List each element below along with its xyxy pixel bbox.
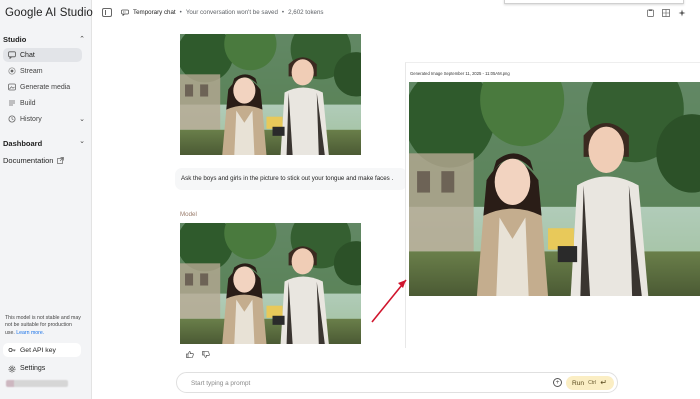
api-key-label: Get API key xyxy=(20,346,56,354)
build-icon xyxy=(7,99,16,108)
sidebar-item-label: History xyxy=(20,115,42,123)
separator-dot: • xyxy=(179,9,182,16)
user-uploaded-image[interactable] xyxy=(180,34,361,155)
annotation-arrow xyxy=(371,279,407,323)
user-prompt-message: Ask the boys and girls in the picture to… xyxy=(175,168,407,190)
documentation-label: Documentation xyxy=(3,156,54,165)
sidebar-item-label: Generate media xyxy=(20,83,71,91)
image-preview[interactable] xyxy=(409,82,700,296)
chevron-down-icon[interactable]: ⌄ xyxy=(79,115,85,123)
avatar[interactable] xyxy=(6,380,68,387)
app-title: Google AI Studio xyxy=(5,7,93,19)
chevron-up-icon[interactable]: ⌃ xyxy=(79,35,85,43)
dashboard-label: Dashboard xyxy=(3,139,43,148)
window-edge xyxy=(504,0,684,4)
gear-icon xyxy=(7,364,16,373)
settings-label: Settings xyxy=(20,365,46,372)
temporary-chat-icon xyxy=(121,9,129,16)
chevron-down-icon[interactable]: ⌄ xyxy=(79,137,85,145)
chat-title: Temporary chat xyxy=(133,9,176,16)
studio-section-header[interactable]: Studio xyxy=(3,35,26,44)
model-notice: This model is not stable and may not be … xyxy=(5,315,83,337)
clipboard-icon[interactable] xyxy=(646,8,654,17)
compare-icon[interactable] xyxy=(662,8,670,17)
sidebar-item-generate-media[interactable]: Generate media xyxy=(3,80,82,94)
get-api-key-button[interactable]: Get API key xyxy=(3,343,81,357)
prompt-composer: + Run Ctrl ↵ xyxy=(176,372,618,393)
ai-studio-window: Google AI Studio Studio ⌃ Chat Stream Ge… xyxy=(0,0,700,399)
chat-subtitle: Your conversation won't be saved xyxy=(185,9,278,16)
toolbar-actions xyxy=(646,8,686,17)
thumbs-down-icon[interactable] xyxy=(201,350,210,358)
prompt-input[interactable] xyxy=(191,378,541,389)
shortcut-ctrl: Ctrl xyxy=(588,380,597,386)
chat-icon xyxy=(7,51,16,60)
history-icon xyxy=(7,115,16,124)
studio-label: Studio xyxy=(3,35,27,44)
user-prompt-text: Ask the boys and girls in the picture to… xyxy=(181,175,394,182)
enter-key-icon: ↵ xyxy=(600,378,607,387)
sidebar-item-build[interactable]: Build xyxy=(3,96,82,110)
sparkle-icon[interactable] xyxy=(678,8,686,17)
model-label: Model xyxy=(180,211,197,218)
sidebar-item-label: Stream xyxy=(20,67,43,75)
sidebar-item-label: Chat xyxy=(20,51,35,59)
sidebar-toggle-icon[interactable] xyxy=(102,8,112,17)
settings-button[interactable]: Settings xyxy=(3,362,82,375)
key-icon xyxy=(7,346,16,355)
documentation-link[interactable]: Documentation xyxy=(3,156,65,165)
sidebar-item-history[interactable]: History xyxy=(3,112,82,126)
chat-info: Temporary chat • Your conversation won't… xyxy=(121,9,324,16)
sidebar-item-chat[interactable]: Chat xyxy=(3,48,82,62)
sidebar-item-label: Build xyxy=(20,99,36,107)
generated-image[interactable] xyxy=(180,223,361,344)
run-button[interactable]: Run Ctrl ↵ xyxy=(566,376,614,390)
sidebar-item-stream[interactable]: Stream xyxy=(3,64,82,78)
media-icon xyxy=(7,83,16,92)
image-file-name: Generated Image September 11, 2025 - 11:… xyxy=(410,71,510,76)
thumbs-up-icon[interactable] xyxy=(185,350,194,358)
dashboard-link[interactable]: Dashboard xyxy=(3,139,42,148)
stream-icon xyxy=(7,67,16,76)
learn-more-link[interactable]: Learn more. xyxy=(16,330,44,336)
external-link-icon xyxy=(57,157,65,164)
sidebar: Google AI Studio Studio ⌃ Chat Stream Ge… xyxy=(0,0,93,399)
token-count: 2,602 tokens xyxy=(288,9,324,16)
run-label: Run xyxy=(572,379,585,387)
add-media-icon[interactable]: + xyxy=(553,378,562,387)
separator-dot: • xyxy=(281,9,285,16)
